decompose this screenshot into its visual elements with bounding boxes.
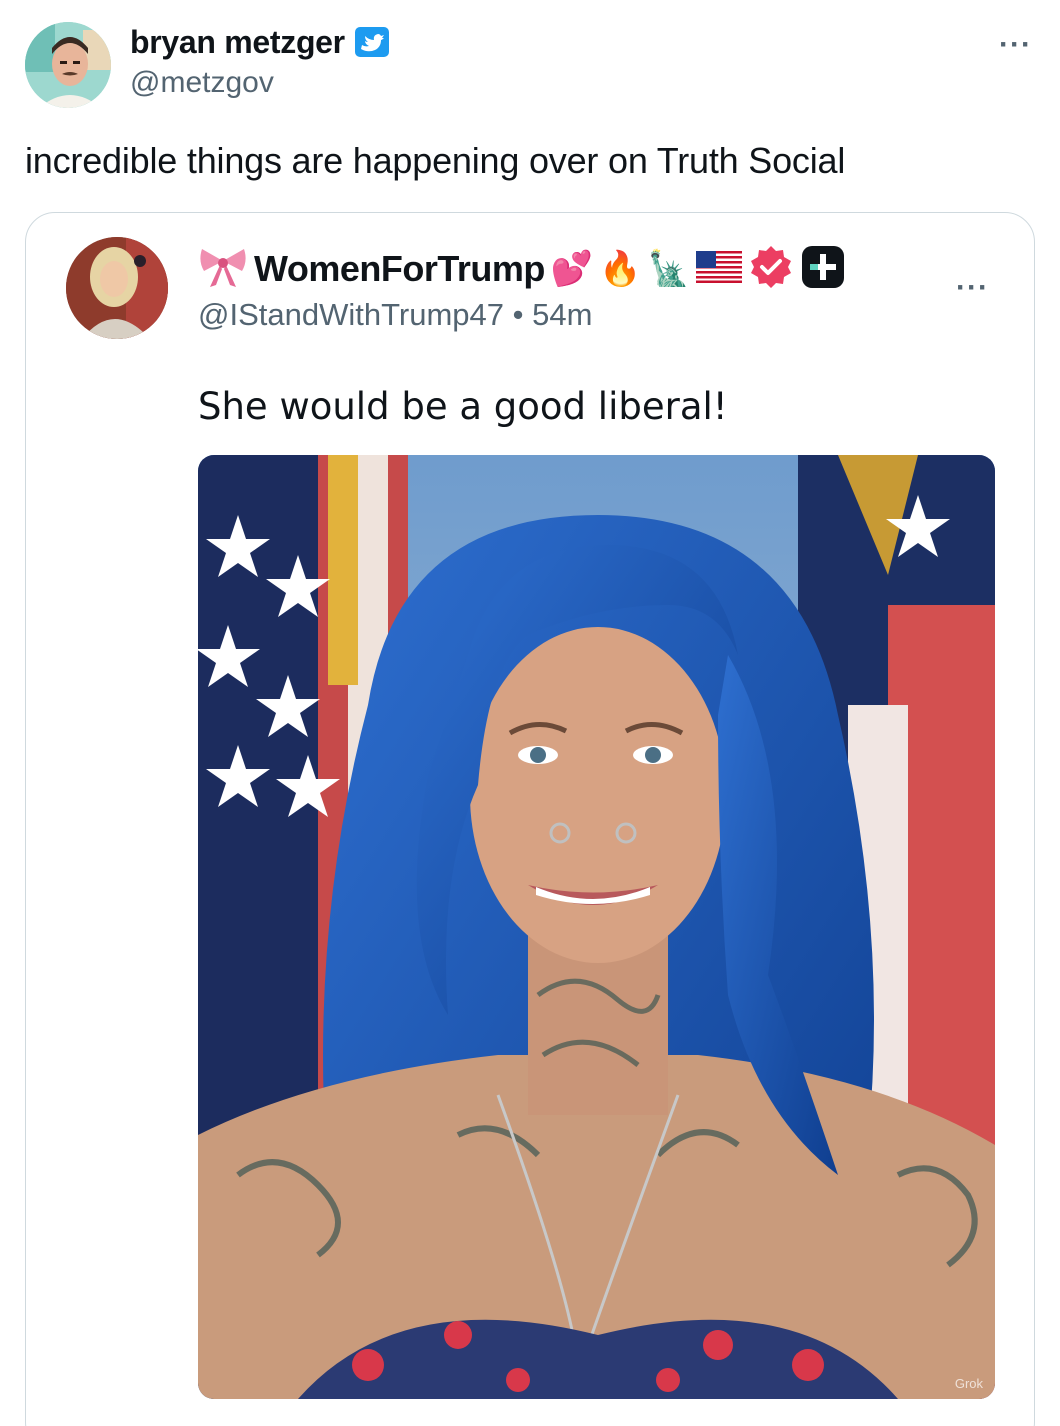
quoted-more-options-icon[interactable]: ··· <box>956 271 989 305</box>
quoted-author-handle[interactable]: @IStandWithTrump47 <box>198 297 504 332</box>
truth-verified-badge-icon <box>748 244 794 295</box>
quoted-post-card[interactable]: WomenForTrump 💕 🔥 🗽 @IStandWithTrump47 •… <box>25 212 1035 1426</box>
quoted-author-header: WomenForTrump 💕 🔥 🗽 @IStandWithTrump47 •… <box>198 243 846 333</box>
tweet-text: incredible things are happening over on … <box>25 140 846 181</box>
quoted-author-display-name[interactable]: WomenForTrump <box>254 248 545 290</box>
meta-separator: • <box>512 297 524 332</box>
author-display-name[interactable]: bryan metzger <box>130 24 345 61</box>
quoted-post-text: She would be a good liberal! <box>198 385 728 428</box>
user-avatar-icon <box>25 22 111 108</box>
quoted-author-meta: @IStandWithTrump47 • 54m <box>198 297 846 333</box>
quoted-avatar-icon <box>66 237 168 339</box>
pink-ribbon-icon <box>198 245 248 294</box>
twitter-bird-verified-badge-icon <box>353 25 391 59</box>
quoted-post-image[interactable]: Grok <box>198 455 995 1399</box>
portrait-photo <box>198 455 995 1399</box>
us-flag-icon <box>695 250 742 288</box>
image-watermark: Grok <box>954 1376 983 1391</box>
more-options-icon[interactable]: ··· <box>999 28 1032 62</box>
truth-plus-badge-icon <box>800 244 846 295</box>
author-avatar[interactable] <box>25 22 111 108</box>
post-timestamp[interactable]: 54m <box>532 297 592 332</box>
fire-icon: 🔥 <box>599 249 642 289</box>
two-hearts-icon: 💕 <box>550 249 594 289</box>
statue-of-liberty-icon: 🗽 <box>647 249 690 289</box>
quoted-author-avatar[interactable] <box>66 237 168 339</box>
author-handle[interactable]: @metzgov <box>130 66 391 100</box>
author-header: bryan metzger @metzgov <box>130 22 391 100</box>
tweet: bryan metzger @metzgov ··· incredible th… <box>0 0 1060 1426</box>
